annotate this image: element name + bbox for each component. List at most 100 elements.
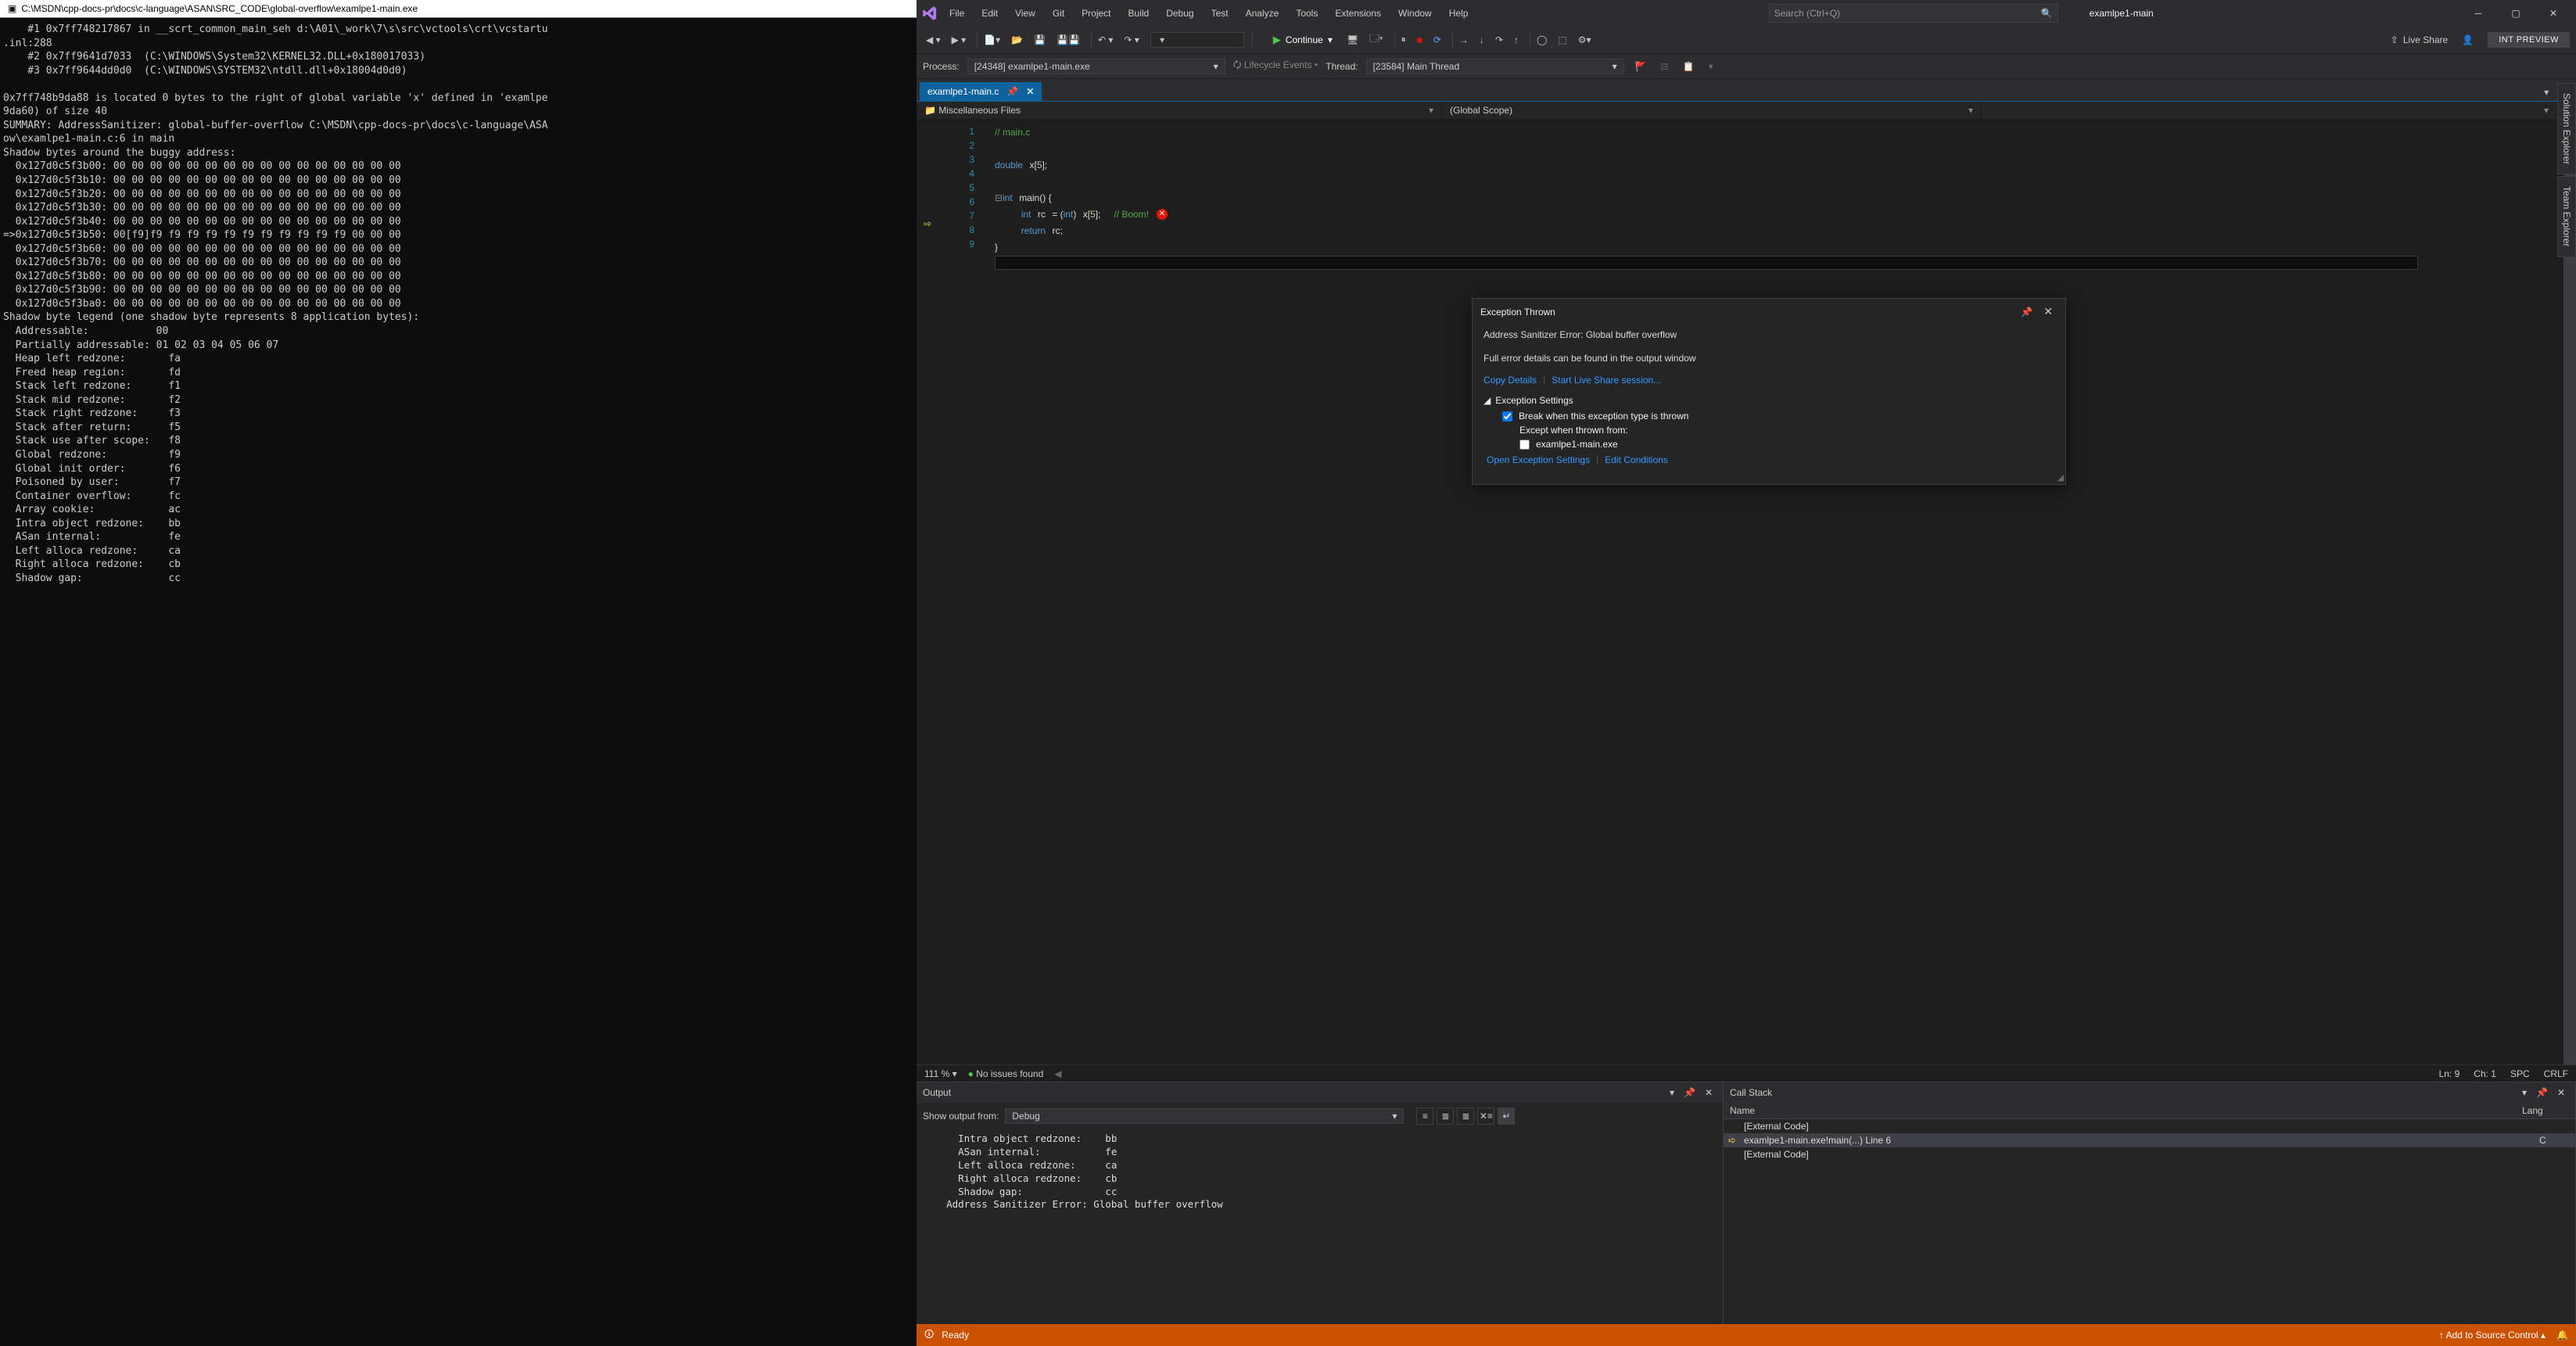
vertical-scrollbar[interactable] xyxy=(2563,120,2576,1064)
new-item-button[interactable]: 📄▾ xyxy=(977,32,1003,48)
console-output[interactable]: #1 0x7ff748217867 in __scrt_common_main_… xyxy=(0,18,917,1346)
menu-git[interactable]: Git xyxy=(1045,5,1072,22)
pin-icon[interactable]: 📌 xyxy=(2532,1086,2552,1100)
flag-button[interactable]: 🚩 xyxy=(1632,59,1650,74)
code-editor[interactable]: ⇨ 1 2 3 4 5 6 7 8 9 // main.c double x[5… xyxy=(917,120,2576,1064)
stack-frame-label[interactable]: 📋 xyxy=(1680,59,1698,74)
callstack-header[interactable]: Call Stack ▾ 📌 ✕ xyxy=(1724,1082,2575,1103)
window-options-icon[interactable]: ▾ xyxy=(1666,1086,1678,1100)
callstack-row[interactable]: [External Code] xyxy=(1724,1119,2575,1133)
start-liveshare-link[interactable]: Start Live Share session... xyxy=(1552,375,1661,386)
continue-button[interactable]: ▶ Continue ▾ xyxy=(1267,32,1339,48)
indent-indicator[interactable]: SPC xyxy=(2510,1068,2530,1079)
callstack-row[interactable]: ➪ examlpe1-main.exe!main(...) Line 6 C xyxy=(1724,1133,2575,1147)
file-tab-active[interactable]: examlpe1-main.c 📌 ✕ xyxy=(920,82,1042,101)
copy-details-link[interactable]: Copy Details xyxy=(1484,375,1537,386)
breakpoints-button[interactable]: ◯ xyxy=(1530,32,1550,48)
menu-edit[interactable]: Edit xyxy=(974,5,1006,22)
nav-fwd-button[interactable]: ▶ ▾ xyxy=(949,33,970,47)
close-icon[interactable]: ✕ xyxy=(2553,1086,2569,1100)
lineending-indicator[interactable]: CRLF xyxy=(2544,1068,2568,1079)
save-all-button[interactable]: 💾💾 xyxy=(1053,33,1083,47)
menu-debug[interactable]: Debug xyxy=(1158,5,1201,22)
pin-icon[interactable]: 📌 xyxy=(1680,1086,1699,1100)
config-combo[interactable]: ▾ xyxy=(1150,32,1244,48)
maximize-button[interactable]: ▢ xyxy=(2498,2,2534,25)
pause-button[interactable]: ⏸ xyxy=(1394,32,1409,48)
minimize-button[interactable]: ─ xyxy=(2460,2,2496,25)
process-combo[interactable]: [24348] examlpe1-main.exe ▾ xyxy=(967,59,1225,74)
window-options-icon[interactable]: ▾ xyxy=(2518,1086,2531,1100)
add-source-control-button[interactable]: ↑ Add to Source Control ▴ xyxy=(2439,1330,2546,1341)
menu-window[interactable]: Window xyxy=(1390,5,1440,22)
stop-button[interactable]: ■ xyxy=(1414,33,1426,47)
console-titlebar[interactable]: ▣ C:\MSDN\cpp-docs-pr\docs\c-language\AS… xyxy=(0,0,917,18)
output-prev-icon[interactable]: ≣ xyxy=(1437,1107,1454,1125)
issues-label[interactable]: No issues found xyxy=(976,1068,1043,1079)
tab-dropdown-icon[interactable]: ▾ xyxy=(2539,84,2553,101)
step-over-button[interactable]: ↷ xyxy=(1492,33,1506,47)
output-text[interactable]: Intra object redzone: bb ASan internal: … xyxy=(917,1129,1723,1324)
nav-project-combo[interactable]: 📁 Miscellaneous Files ▾ xyxy=(917,102,1442,119)
open-file-button[interactable]: 📂 xyxy=(1008,33,1026,47)
nav-back-button[interactable]: ◀ ▾ xyxy=(923,33,944,47)
output-find-icon[interactable]: ≡ xyxy=(1416,1107,1433,1125)
output-source-combo[interactable]: Debug ▾ xyxy=(1005,1108,1404,1124)
open-exception-settings-link[interactable]: Open Exception Settings xyxy=(1487,454,1590,465)
menu-analyze[interactable]: Analyze xyxy=(1238,5,1287,22)
menu-test[interactable]: Test xyxy=(1204,5,1236,22)
close-tab-icon[interactable]: ✕ xyxy=(1026,86,1034,97)
zoom-level[interactable]: 111 % ▾ xyxy=(924,1068,957,1079)
close-button[interactable]: ✕ xyxy=(2535,2,2571,25)
close-icon[interactable]: ✕ xyxy=(2039,305,2058,318)
col-lang[interactable]: Lang xyxy=(2522,1105,2569,1116)
menu-extensions[interactable]: Extensions xyxy=(1327,5,1389,22)
show-next-statement-button[interactable]: → xyxy=(1452,32,1472,48)
menu-project[interactable]: Project xyxy=(1074,5,1118,22)
stack-frame-prev[interactable]: ⊟ xyxy=(1658,59,1672,74)
pin-icon[interactable]: 📌 xyxy=(1006,86,1018,97)
error-glyph-icon[interactable]: ✕ xyxy=(1157,209,1168,220)
nav-scope-combo[interactable]: (Global Scope) ▾ xyxy=(1442,102,1982,119)
col-name[interactable]: Name xyxy=(1730,1105,2522,1116)
restart-button[interactable]: ⟳ xyxy=(1430,33,1444,47)
debug-target-button[interactable]: 🖥 xyxy=(1344,33,1362,47)
line-indicator[interactable]: Ln: 9 xyxy=(2439,1068,2460,1079)
step-out-button[interactable]: ↑ xyxy=(1511,33,1522,47)
hex-button[interactable]: ⬚ xyxy=(1555,33,1570,47)
break-checkbox[interactable] xyxy=(1502,411,1512,422)
debug-windows-button[interactable]: 🗔▾ xyxy=(1366,30,1386,49)
col-indicator[interactable]: Ch: 1 xyxy=(2474,1068,2496,1079)
step-into-button[interactable]: ↓ xyxy=(1476,33,1487,47)
lifecycle-events-button[interactable]: 🗘 Lifecycle Events ▾ xyxy=(1233,58,1318,74)
redo-button[interactable]: ↷ ▾ xyxy=(1121,33,1142,47)
pin-icon[interactable]: 📌 xyxy=(2015,307,2039,318)
live-share-button[interactable]: ⇪ Live Share xyxy=(2384,33,2454,47)
menu-view[interactable]: View xyxy=(1007,5,1043,22)
menu-build[interactable]: Build xyxy=(1121,5,1157,22)
resize-grip-icon[interactable]: ◢ xyxy=(2058,472,2064,483)
thread-combo[interactable]: [23584] Main Thread ▾ xyxy=(1366,59,1624,74)
exception-popup-header[interactable]: Exception Thrown 📌 ✕ xyxy=(1473,299,2065,325)
team-explorer-tab[interactable]: Team Explorer xyxy=(2557,176,2576,257)
menu-tools[interactable]: Tools xyxy=(1288,5,1326,22)
menu-help[interactable]: Help xyxy=(1441,5,1476,22)
quick-launch-search[interactable]: Search (Ctrl+Q) 🔍 xyxy=(1769,4,2058,23)
notifications-icon[interactable]: 🔔 xyxy=(2556,1330,2568,1341)
nav-prev-icon[interactable]: ◀ xyxy=(1054,1068,1061,1079)
code-content[interactable]: // main.c double x[5]; ⊟int main() { int… xyxy=(987,120,2576,1064)
except-item-checkbox[interactable] xyxy=(1519,440,1530,450)
feedback-button[interactable]: 👤 xyxy=(2459,33,2477,47)
output-panel-header[interactable]: Output ▾ 📌 ✕ xyxy=(917,1082,1723,1103)
menu-file[interactable]: File xyxy=(942,5,972,22)
tools-button[interactable]: ⚙▾ xyxy=(1575,33,1595,47)
close-icon[interactable]: ✕ xyxy=(1701,1086,1717,1100)
nav-member-combo[interactable]: ▾ xyxy=(1982,102,2557,119)
stack-frame-next[interactable]: ▾ xyxy=(1706,59,1717,74)
exception-settings-header[interactable]: ◢ Exception Settings xyxy=(1484,395,2054,406)
undo-button[interactable]: ↶ ▾ xyxy=(1091,32,1116,48)
output-wordwrap-icon[interactable]: ↵ xyxy=(1498,1107,1515,1125)
solution-explorer-tab[interactable]: Solution Explorer xyxy=(2557,83,2576,174)
output-next-icon[interactable]: ≣ xyxy=(1457,1107,1474,1125)
edit-conditions-link[interactable]: Edit Conditions xyxy=(1605,454,1668,465)
